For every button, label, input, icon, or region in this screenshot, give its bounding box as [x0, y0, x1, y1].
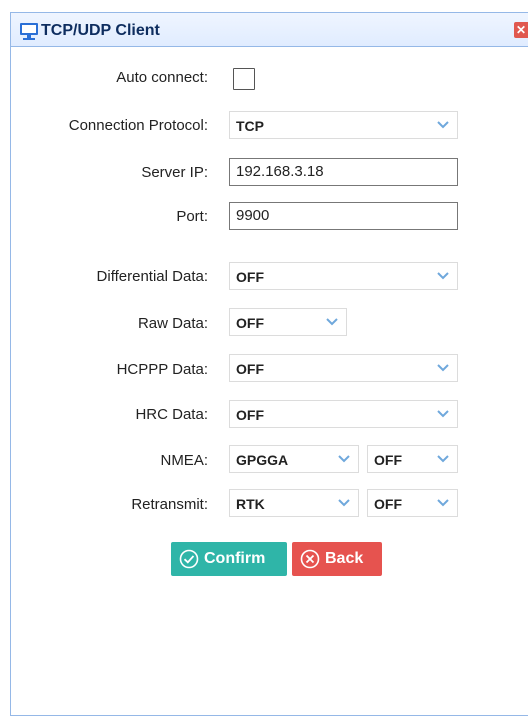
chevron-down-icon: [326, 318, 338, 326]
confirm-button[interactable]: Confirm: [171, 542, 287, 576]
chevron-down-icon: [437, 272, 449, 280]
monitor-icon: [20, 23, 38, 40]
back-button[interactable]: Back: [292, 542, 382, 576]
confirm-button-label: Confirm: [204, 550, 266, 567]
server-ip-label: Server IP:: [141, 164, 208, 181]
check-circle-icon: [179, 549, 199, 569]
close-icon[interactable]: ✕: [514, 22, 528, 38]
server-ip-input[interactable]: 192.168.3.18: [229, 158, 458, 186]
back-button-label: Back: [325, 550, 364, 567]
connection-protocol-label: Connection Protocol:: [68, 117, 208, 134]
auto-connect-checkbox[interactable]: [233, 68, 255, 90]
nmea-type-select[interactable]: GPGGA: [229, 445, 359, 473]
hcppp-data-label: HCPPP Data:: [116, 361, 208, 378]
hrc-data-label: HRC Data:: [135, 406, 208, 423]
dialog-header: TCP/UDP Client ✕: [11, 13, 528, 47]
hrc-data-value: OFF: [236, 407, 264, 423]
retransmit-rate-value: OFF: [374, 496, 402, 512]
differential-data-select[interactable]: OFF: [229, 262, 458, 290]
retransmit-type-select[interactable]: RTK: [229, 489, 359, 517]
chevron-down-icon: [338, 499, 350, 507]
raw-data-value: OFF: [236, 315, 264, 331]
chevron-down-icon: [437, 455, 449, 463]
retransmit-rate-select[interactable]: OFF: [367, 489, 458, 517]
tcp-udp-client-dialog: TCP/UDP Client ✕ Auto connect: Connectio…: [10, 12, 528, 716]
nmea-type-value: GPGGA: [236, 452, 289, 468]
auto-connect-label: Auto connect:: [116, 69, 208, 86]
chevron-down-icon: [437, 499, 449, 507]
chevron-down-icon: [437, 121, 449, 129]
nmea-rate-select[interactable]: OFF: [367, 445, 458, 473]
retransmit-type-value: RTK: [236, 496, 265, 512]
chevron-down-icon: [437, 410, 449, 418]
retransmit-label: Retransmit:: [131, 496, 208, 513]
raw-data-select[interactable]: OFF: [229, 308, 347, 336]
hcppp-data-select[interactable]: OFF: [229, 354, 458, 382]
nmea-label: NMEA:: [160, 452, 208, 469]
differential-data-label: Differential Data:: [96, 268, 208, 285]
x-circle-icon: [300, 549, 320, 569]
differential-data-value: OFF: [236, 269, 264, 285]
chevron-down-icon: [437, 364, 449, 372]
hrc-data-select[interactable]: OFF: [229, 400, 458, 428]
nmea-rate-value: OFF: [374, 452, 402, 468]
port-input[interactable]: 9900: [229, 202, 458, 230]
chevron-down-icon: [338, 455, 350, 463]
connection-protocol-select[interactable]: TCP: [229, 111, 458, 139]
connection-protocol-value: TCP: [236, 118, 264, 134]
dialog-title: TCP/UDP Client: [41, 22, 160, 39]
hcppp-data-value: OFF: [236, 361, 264, 377]
raw-data-label: Raw Data:: [137, 315, 208, 332]
port-label: Port:: [176, 208, 208, 225]
